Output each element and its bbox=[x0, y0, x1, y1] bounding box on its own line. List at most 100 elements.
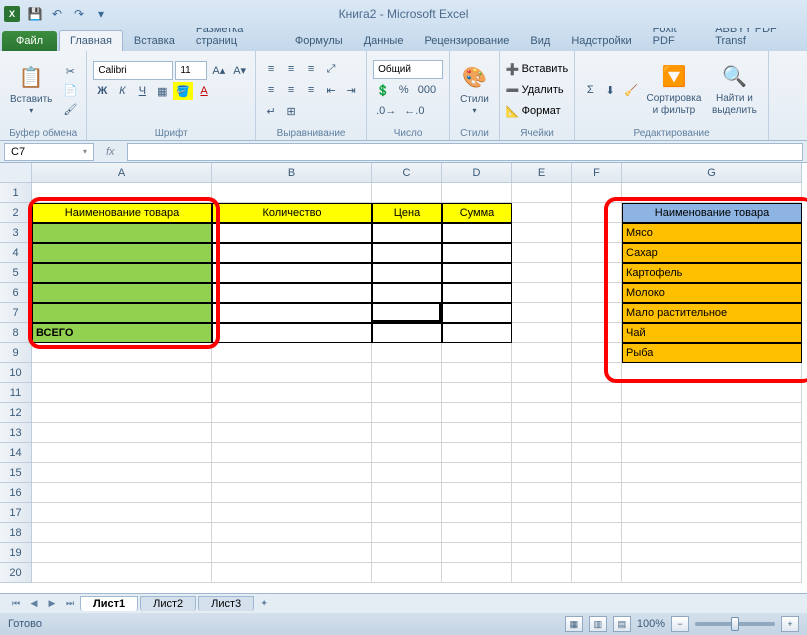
cell-F7[interactable] bbox=[572, 303, 622, 323]
row-header-8[interactable]: 8 bbox=[0, 323, 32, 343]
increase-indent-icon[interactable]: ⇥ bbox=[342, 81, 360, 99]
table2-item-3[interactable]: Молоко bbox=[622, 283, 802, 303]
cell-A17[interactable] bbox=[32, 503, 212, 523]
table1-qty-row7[interactable] bbox=[212, 303, 372, 323]
currency-icon[interactable]: 💲 bbox=[373, 81, 393, 99]
sheet-nav-first-icon[interactable]: ⏮ bbox=[8, 596, 24, 612]
row-header-3[interactable]: 3 bbox=[0, 223, 32, 243]
undo-icon[interactable]: ↶ bbox=[48, 5, 66, 23]
cell-B10[interactable] bbox=[212, 363, 372, 383]
col-header-A[interactable]: A bbox=[32, 163, 212, 183]
cell-F4[interactable] bbox=[572, 243, 622, 263]
sheet-nav-next-icon[interactable]: ▶ bbox=[44, 596, 60, 612]
cell-C15[interactable] bbox=[372, 463, 442, 483]
cell-F19[interactable] bbox=[572, 543, 622, 563]
sheet-tab-2[interactable]: Лист2 bbox=[140, 596, 196, 611]
table1-header-name[interactable]: Наименование товара bbox=[32, 203, 212, 223]
cell-B1[interactable] bbox=[212, 183, 372, 203]
table2-header[interactable]: Наименование товара bbox=[622, 203, 802, 223]
row-header-14[interactable]: 14 bbox=[0, 443, 32, 463]
cell-A9[interactable] bbox=[32, 343, 212, 363]
cell-C10[interactable] bbox=[372, 363, 442, 383]
cell-G11[interactable] bbox=[622, 383, 802, 403]
decrease-decimal-icon[interactable]: ←.0 bbox=[401, 102, 427, 120]
percent-icon[interactable]: % bbox=[395, 81, 413, 99]
cell-D16[interactable] bbox=[442, 483, 512, 503]
font-color-icon[interactable]: A bbox=[195, 82, 213, 100]
cell-F11[interactable] bbox=[572, 383, 622, 403]
cell-C9[interactable] bbox=[372, 343, 442, 363]
table1-qty-row5[interactable] bbox=[212, 263, 372, 283]
cell-C20[interactable] bbox=[372, 563, 442, 583]
sheet-nav-prev-icon[interactable]: ◀ bbox=[26, 596, 42, 612]
new-sheet-icon[interactable]: ✦ bbox=[256, 596, 272, 612]
cell-A11[interactable] bbox=[32, 383, 212, 403]
table1-sum-row5[interactable] bbox=[442, 263, 512, 283]
cell-B17[interactable] bbox=[212, 503, 372, 523]
format-painter-icon[interactable]: 🖌 bbox=[60, 100, 80, 118]
row-header-19[interactable]: 19 bbox=[0, 543, 32, 563]
cell-E10[interactable] bbox=[512, 363, 572, 383]
cell-E11[interactable] bbox=[512, 383, 572, 403]
align-center-icon[interactable]: ≡ bbox=[282, 81, 300, 99]
row-header-7[interactable]: 7 bbox=[0, 303, 32, 323]
increase-decimal-icon[interactable]: .0→ bbox=[373, 102, 399, 120]
cell-A19[interactable] bbox=[32, 543, 212, 563]
tab-review[interactable]: Рецензирование bbox=[414, 31, 519, 51]
decrease-font-icon[interactable]: A▾ bbox=[230, 61, 249, 79]
table1-header-sum[interactable]: Сумма bbox=[442, 203, 512, 223]
cell-F13[interactable] bbox=[572, 423, 622, 443]
table1-total-label[interactable]: ВСЕГО bbox=[32, 323, 212, 343]
delete-cells-button[interactable]: ➖ Удалить bbox=[506, 80, 568, 100]
clear-icon[interactable]: 🧹 bbox=[621, 81, 641, 99]
zoom-slider[interactable] bbox=[695, 622, 775, 626]
cell-F1[interactable] bbox=[572, 183, 622, 203]
cell-E13[interactable] bbox=[512, 423, 572, 443]
col-header-D[interactable]: D bbox=[442, 163, 512, 183]
cell-C12[interactable] bbox=[372, 403, 442, 423]
cell-A10[interactable] bbox=[32, 363, 212, 383]
cell-G18[interactable] bbox=[622, 523, 802, 543]
table1-name-row6[interactable] bbox=[32, 283, 212, 303]
format-cells-button[interactable]: 📐 Формат bbox=[506, 101, 568, 121]
table1-name-row5[interactable] bbox=[32, 263, 212, 283]
cell-C16[interactable] bbox=[372, 483, 442, 503]
table1-header-price[interactable]: Цена bbox=[372, 203, 442, 223]
cell-G10[interactable] bbox=[622, 363, 802, 383]
cell-E1[interactable] bbox=[512, 183, 572, 203]
cell-D19[interactable] bbox=[442, 543, 512, 563]
cell-C14[interactable] bbox=[372, 443, 442, 463]
redo-icon[interactable]: ↷ bbox=[70, 5, 88, 23]
cell-F16[interactable] bbox=[572, 483, 622, 503]
number-format-select[interactable] bbox=[373, 60, 443, 79]
cell-E4[interactable] bbox=[512, 243, 572, 263]
tab-insert[interactable]: Вставка bbox=[124, 31, 185, 51]
align-middle-icon[interactable]: ≡ bbox=[282, 60, 300, 78]
cell-B12[interactable] bbox=[212, 403, 372, 423]
cell-E8[interactable] bbox=[512, 323, 572, 343]
zoom-slider-thumb[interactable] bbox=[731, 617, 739, 631]
select-all-corner[interactable] bbox=[0, 163, 32, 183]
decrease-indent-icon[interactable]: ⇤ bbox=[322, 81, 340, 99]
cell-B19[interactable] bbox=[212, 543, 372, 563]
table1-price-row3[interactable] bbox=[372, 223, 442, 243]
cell-F5[interactable] bbox=[572, 263, 622, 283]
cell-G16[interactable] bbox=[622, 483, 802, 503]
zoom-in-icon[interactable]: + bbox=[781, 616, 799, 632]
cell-D15[interactable] bbox=[442, 463, 512, 483]
col-header-G[interactable]: G bbox=[622, 163, 802, 183]
copy-icon[interactable]: 📄 bbox=[60, 81, 80, 99]
tab-formulas[interactable]: Формулы bbox=[285, 31, 353, 51]
table2-item-2[interactable]: Картофель bbox=[622, 263, 802, 283]
cell-E19[interactable] bbox=[512, 543, 572, 563]
underline-button[interactable]: Ч bbox=[133, 82, 151, 100]
cell-E15[interactable] bbox=[512, 463, 572, 483]
cell-B18[interactable] bbox=[212, 523, 372, 543]
row-header-10[interactable]: 10 bbox=[0, 363, 32, 383]
cell-D12[interactable] bbox=[442, 403, 512, 423]
align-top-icon[interactable]: ≡ bbox=[262, 60, 280, 78]
cell-G20[interactable] bbox=[622, 563, 802, 583]
cell-E6[interactable] bbox=[512, 283, 572, 303]
cell-E5[interactable] bbox=[512, 263, 572, 283]
row-header-9[interactable]: 9 bbox=[0, 343, 32, 363]
